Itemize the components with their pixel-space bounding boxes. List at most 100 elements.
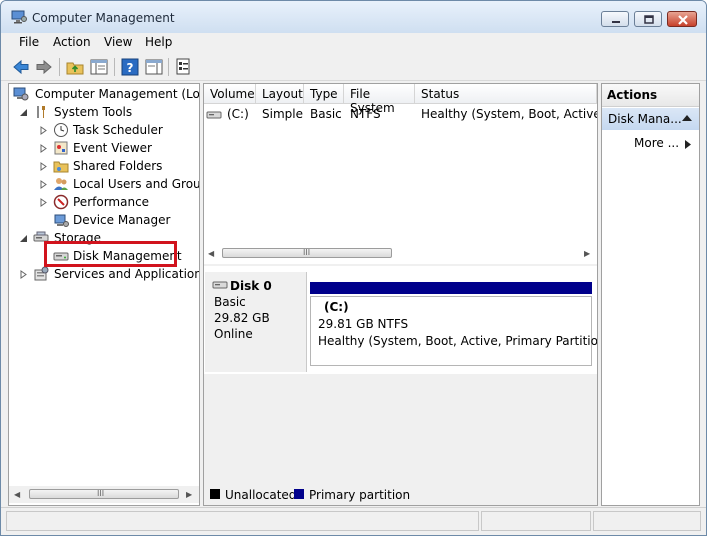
disk-row: Disk 0 Basic 29.82 GB Online (C:) 29.81 …	[204, 266, 597, 374]
event-viewer-icon	[53, 140, 69, 156]
tree-node-system-tools[interactable]: System Tools	[9, 103, 199, 121]
disk-name: Disk 0	[230, 279, 272, 293]
computer-management-icon	[11, 10, 27, 24]
drive-icon	[206, 109, 222, 124]
actions-title: Actions	[607, 88, 658, 102]
column-header-file-system[interactable]: File System	[344, 84, 415, 115]
scroll-right-arrow-icon[interactable]: ▶	[186, 490, 192, 499]
menu-action[interactable]: Action	[53, 35, 91, 49]
show-hide-action-pane-icon[interactable]	[144, 57, 164, 77]
scroll-left-arrow-icon[interactable]: ◀	[208, 249, 214, 258]
window-title: Computer Management	[32, 11, 175, 25]
up-folder-icon[interactable]	[65, 57, 85, 77]
column-header-status[interactable]: Status	[415, 84, 597, 104]
status-segment	[593, 511, 701, 531]
disk-management-pane: Volume Layout Type File System Status (C…	[203, 83, 598, 506]
status-bar	[1, 507, 706, 535]
collapse-up-icon[interactable]	[682, 115, 692, 121]
tools-icon	[33, 104, 49, 120]
tree-label: Local Users and Groups	[73, 177, 200, 191]
more-actions-label: More ...	[634, 136, 680, 150]
submenu-arrow-icon	[685, 140, 691, 149]
tree-node-computer-management[interactable]: Computer Management (Local	[9, 85, 199, 103]
column-header-volume[interactable]: Volume	[204, 84, 256, 104]
partition-size: 29.81 GB NTFS	[318, 317, 409, 331]
tree-node-local-users-groups[interactable]: Local Users and Groups	[9, 175, 199, 193]
tree-label: Task Scheduler	[73, 123, 163, 137]
graphical-disk-view: Disk 0 Basic 29.82 GB Online (C:) 29.81 …	[204, 266, 597, 505]
services-icon	[33, 266, 49, 282]
disk-size: 29.82 GB	[214, 311, 270, 325]
expand-triangle-icon[interactable]	[39, 142, 48, 153]
tree-node-performance[interactable]: Performance	[9, 193, 199, 211]
disk-type: Basic	[214, 295, 246, 309]
expand-triangle-icon[interactable]	[39, 160, 48, 171]
clock-icon	[53, 122, 69, 138]
column-header-label: Layout	[262, 87, 303, 101]
tree-label: Performance	[73, 195, 150, 209]
tree-label: Event Viewer	[73, 141, 152, 155]
actions-header: Actions	[602, 84, 699, 107]
legend: Unallocated Primary partition	[204, 485, 597, 505]
forward-arrow-icon[interactable]	[34, 57, 54, 77]
computer-management-window: Computer Management File Action View Hel…	[0, 0, 707, 536]
tree-node-task-scheduler[interactable]: Task Scheduler	[9, 121, 199, 139]
status-segment	[6, 511, 479, 531]
partition-label: (C:)	[324, 300, 349, 314]
maximize-button[interactable]	[634, 11, 662, 27]
menu-file[interactable]: File	[19, 35, 39, 49]
disk-info[interactable]: Disk 0 Basic 29.82 GB Online	[205, 272, 307, 372]
volume-cell: (C:)	[227, 107, 249, 121]
tree-label: System Tools	[54, 105, 133, 119]
close-button[interactable]	[667, 11, 697, 27]
more-actions[interactable]: More ...	[602, 134, 699, 154]
menu-help[interactable]: Help	[145, 35, 172, 49]
minimize-button[interactable]	[601, 11, 629, 27]
highlight-box	[44, 241, 177, 267]
expand-triangle-icon[interactable]	[39, 178, 48, 189]
column-header-type[interactable]: Type	[304, 84, 344, 104]
expand-triangle-icon[interactable]	[39, 124, 48, 135]
column-header-label: Type	[310, 87, 338, 101]
volume-list-horizontal-scrollbar[interactable]: ◀ III ▶	[204, 245, 597, 262]
collapse-triangle-icon[interactable]	[19, 106, 28, 116]
expand-triangle-icon[interactable]	[39, 196, 48, 207]
tree-label: Shared Folders	[73, 159, 163, 173]
scroll-left-arrow-icon[interactable]: ◀	[14, 490, 20, 499]
actions-pane: Actions Disk Mana... More ...	[601, 83, 700, 506]
column-header-label: Volume	[210, 87, 255, 101]
column-header-layout[interactable]: Layout	[256, 84, 304, 104]
console-tree: Computer Management (Local System Tools …	[8, 83, 200, 506]
actions-section-disk-management[interactable]: Disk Mana...	[602, 108, 699, 130]
help-icon[interactable]: ?	[120, 57, 140, 77]
layout-cell: Simple	[262, 107, 303, 121]
show-hide-console-tree-icon[interactable]	[89, 57, 109, 77]
users-icon	[53, 176, 69, 192]
tree-node-services-applications[interactable]: Services and Applications	[9, 265, 199, 283]
tree-node-event-viewer[interactable]: Event Viewer	[9, 139, 199, 157]
disk-status: Online	[214, 327, 253, 341]
properties-icon[interactable]	[174, 57, 194, 77]
legend-primary-partition: Primary partition	[309, 488, 411, 502]
volume-list: Volume Layout Type File System Status (C…	[204, 84, 597, 264]
partition-c[interactable]: (C:) 29.81 GB NTFS Healthy (System, Boot…	[310, 296, 597, 366]
tree-horizontal-scrollbar[interactable]: ◀ III ▶	[9, 486, 199, 503]
computer-management-icon	[13, 86, 29, 102]
status-cell: Healthy (System, Boot, Active, Pr	[421, 107, 597, 121]
legend-unallocated: Unallocated	[225, 488, 297, 502]
expand-triangle-icon[interactable]	[19, 268, 28, 279]
svg-text:?: ?	[127, 61, 134, 75]
tree-node-shared-folders[interactable]: Shared Folders	[9, 157, 199, 175]
menu-bar: File Action View Help	[1, 33, 706, 54]
collapse-triangle-icon[interactable]	[19, 232, 28, 242]
tree-label: Device Manager	[73, 213, 171, 227]
disk-icon	[212, 279, 228, 293]
scroll-right-arrow-icon[interactable]: ▶	[584, 249, 590, 258]
primary-partition-swatch	[294, 489, 304, 499]
tree-node-device-manager[interactable]: Device Manager	[9, 211, 199, 229]
status-segment	[481, 511, 591, 531]
device-manager-icon	[53, 212, 69, 228]
partition-status: Healthy (System, Boot, Active, Primary P…	[318, 334, 598, 348]
back-arrow-icon[interactable]	[11, 57, 31, 77]
menu-view[interactable]: View	[104, 35, 132, 49]
